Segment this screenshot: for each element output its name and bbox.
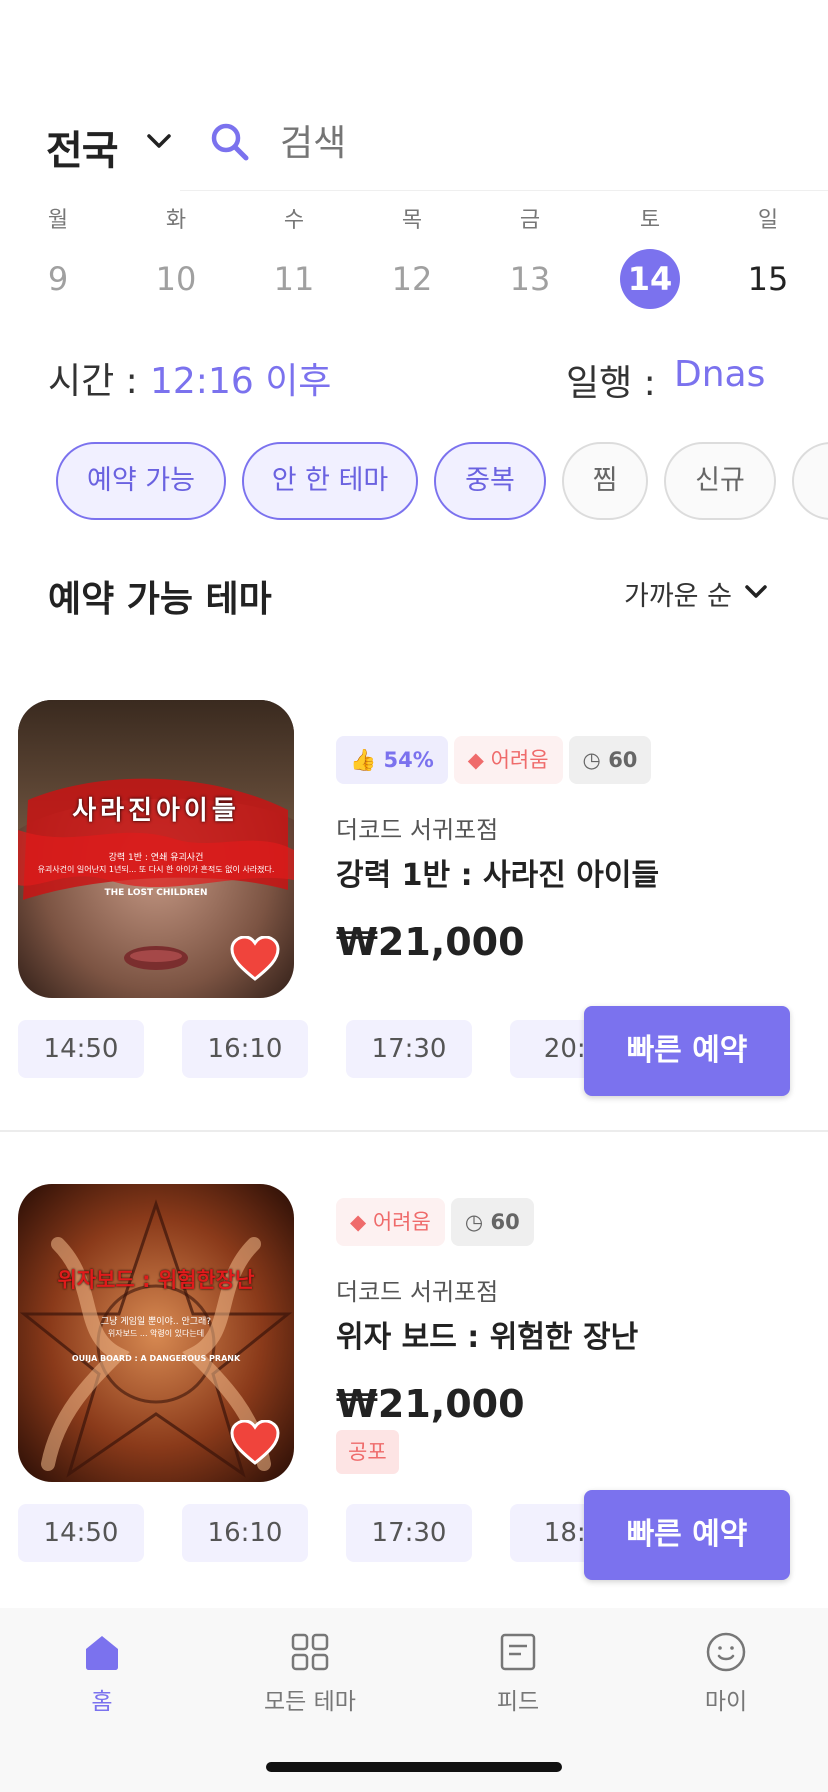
- poster-title: 위자보드 : 위험한장난: [57, 1268, 255, 1292]
- diamond-icon: ◆: [350, 1210, 367, 1234]
- heart-icon[interactable]: [230, 936, 280, 982]
- date-item[interactable]: 월 9: [18, 205, 98, 309]
- chip-duplicate[interactable]: 중복: [434, 442, 546, 520]
- difficulty-label: 어려움: [490, 748, 549, 772]
- clock-icon: ◷: [582, 748, 601, 772]
- poster-subtitle: 강력 1반 : 연쇄 유괴사건: [108, 853, 204, 863]
- chip-available[interactable]: 예약 가능: [56, 442, 226, 520]
- quick-reserve-button[interactable]: 빠른 예약: [584, 1006, 790, 1096]
- store-name: 더코드 서귀포점: [336, 816, 499, 844]
- date-selector: 월 9 화 10 수 11 목 12 금 13 토 14 일 15: [0, 205, 828, 315]
- day-number: 15: [747, 260, 789, 298]
- duration-badge: ◷ 60: [568, 736, 652, 784]
- chip-wishlist[interactable]: 찜: [562, 442, 648, 520]
- sort-label: 가까운 순: [624, 581, 732, 612]
- day-of-week: 금: [519, 208, 541, 233]
- difficulty-badge: ◆ 어려움: [453, 736, 563, 784]
- time-slot[interactable]: 17:30: [346, 1504, 472, 1562]
- home-indicator: [266, 1762, 562, 1772]
- theme-price: ₩21,000: [336, 1382, 525, 1426]
- smile-icon: [706, 1632, 746, 1672]
- date-item[interactable]: 수 11: [254, 205, 334, 309]
- party-label: 일행 :: [566, 363, 656, 404]
- duration-badge: ◷ 60: [450, 1198, 534, 1246]
- duration-value: 60: [608, 748, 638, 772]
- grid-icon: [291, 1633, 329, 1671]
- difficulty-label: 어려움: [372, 1210, 431, 1234]
- like-percent: 54%: [383, 748, 434, 772]
- search-input[interactable]: [280, 118, 800, 168]
- day-of-week: 토: [639, 208, 661, 233]
- time-label: 시간 :: [48, 361, 138, 402]
- time-slot[interactable]: 14:50: [18, 1020, 144, 1078]
- date-item[interactable]: 금 13: [490, 205, 570, 309]
- chip-new[interactable]: 신규: [664, 442, 776, 520]
- time-slot[interactable]: 16:10: [182, 1020, 308, 1078]
- region-label: 전국: [46, 128, 119, 174]
- like-badge: 👍 54%: [336, 736, 448, 784]
- section-title: 예약 가능 테마: [48, 579, 272, 620]
- chevron-down-icon: [745, 585, 767, 598]
- genre-badge: 공포: [336, 1430, 399, 1474]
- day-number: 13: [509, 260, 551, 298]
- poster-english-title: OUIJA BOARD : A DANGEROUS PRANK: [71, 1354, 241, 1363]
- time-slot[interactable]: 17:30: [346, 1020, 472, 1078]
- theme-poster[interactable]: 사라진아이들 강력 1반 : 연쇄 유괴사건 유괴사건이 일어난지 1년되...…: [18, 700, 294, 998]
- poster-text: 유괴사건이 일어난지 1년되... 또 다시 한 아이가 흔적도 없이 사라졌다…: [37, 865, 275, 874]
- poster-text: 위자보드 ... 악령이 있다는데: [107, 1329, 205, 1338]
- feed-icon: [500, 1633, 536, 1671]
- divider: [180, 190, 828, 191]
- date-item[interactable]: 일 15: [728, 205, 808, 309]
- tab-feed[interactable]: 피드: [438, 1628, 598, 1716]
- theme-tags: ◆ 어려움 ◷ 60: [336, 1198, 540, 1246]
- poster-english-title: THE LOST CHILDREN: [104, 888, 208, 898]
- day-number: 12: [391, 260, 433, 298]
- chip-not-played[interactable]: 안 한 테마: [242, 442, 418, 520]
- heart-icon[interactable]: [230, 1420, 280, 1466]
- party-filter[interactable]: Dnas: [674, 354, 765, 395]
- theme-tags: 👍 54% ◆ 어려움 ◷ 60: [336, 736, 657, 784]
- tab-label: 피드: [496, 1689, 540, 1715]
- poster-subtitle: 그냥 게임일 뿐이야.. 안그래?: [100, 1317, 212, 1327]
- filter-chips: 예약 가능 안 한 테마 중복 찜 신규: [56, 442, 828, 522]
- thumbs-up-icon: 👍: [350, 748, 377, 772]
- theme-title[interactable]: 위자 보드 : 위험한 장난: [336, 1312, 638, 1356]
- date-item[interactable]: 목 12: [372, 205, 452, 309]
- day-number: 14: [620, 249, 680, 309]
- day-number: 11: [273, 260, 315, 298]
- tab-label: 모든 테마: [264, 1689, 356, 1715]
- date-item-selected[interactable]: 토 14: [610, 205, 690, 309]
- quick-reserve-button[interactable]: 빠른 예약: [584, 1490, 790, 1580]
- diamond-icon: ◆: [467, 748, 484, 772]
- theme-price: ₩21,000: [336, 920, 525, 964]
- card-divider: [0, 1130, 828, 1132]
- chip-more[interactable]: [792, 442, 828, 520]
- clock-icon: ◷: [464, 1210, 484, 1234]
- home-icon: [86, 1636, 118, 1670]
- tab-my[interactable]: 마이: [646, 1628, 806, 1716]
- tab-home[interactable]: 홈: [22, 1628, 182, 1716]
- day-of-week: 수: [283, 208, 305, 233]
- difficulty-badge: ◆ 어려움: [336, 1198, 445, 1246]
- time-slot[interactable]: 14:50: [18, 1504, 144, 1562]
- theme-title[interactable]: 강력 1반 : 사라진 아이들: [336, 850, 659, 894]
- day-number: 9: [47, 260, 69, 298]
- tab-label: 홈: [91, 1689, 113, 1715]
- day-of-week: 일: [757, 208, 779, 233]
- poster-title: 사라진아이들: [72, 796, 240, 826]
- duration-value: 60: [490, 1210, 520, 1234]
- time-filter[interactable]: 12:16 이후: [150, 352, 331, 404]
- day-of-week: 목: [401, 208, 423, 233]
- tab-label: 마이: [704, 1689, 748, 1715]
- day-of-week: 월: [47, 208, 69, 233]
- time-slot[interactable]: 16:10: [182, 1504, 308, 1562]
- day-number: 10: [155, 260, 197, 298]
- tab-all-themes[interactable]: 모든 테마: [230, 1628, 390, 1716]
- search-icon[interactable]: [210, 122, 250, 162]
- theme-poster[interactable]: 위자보드 : 위험한장난 그냥 게임일 뿐이야.. 안그래? 위자보드 ... …: [18, 1184, 294, 1482]
- day-of-week: 화: [165, 208, 187, 233]
- date-item[interactable]: 화 10: [136, 205, 216, 309]
- store-name: 더코드 서귀포점: [336, 1278, 499, 1306]
- chevron-down-icon: [147, 134, 171, 148]
